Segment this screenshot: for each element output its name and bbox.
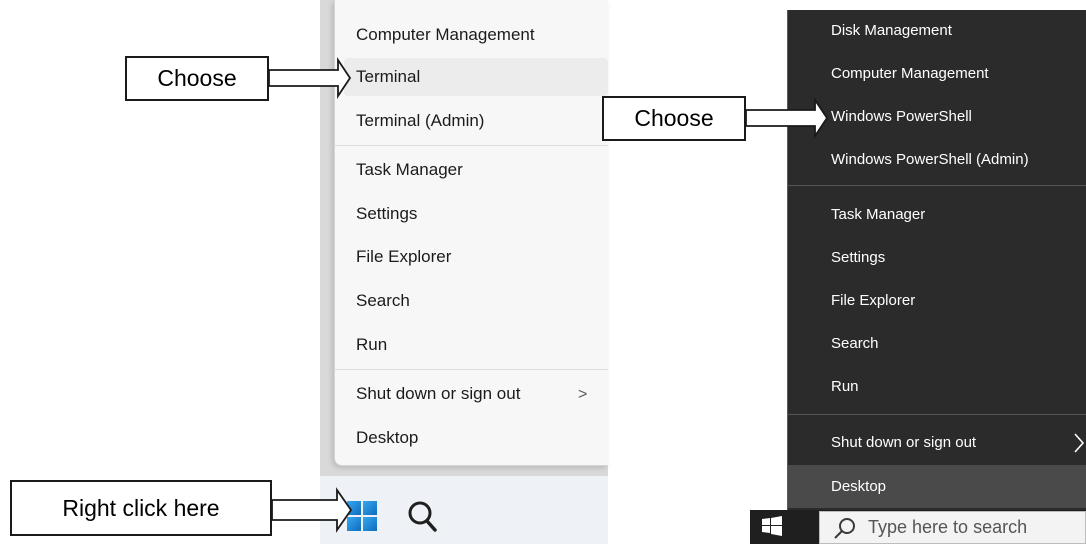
menu-item-computer-management[interactable]: Computer Management — [788, 52, 1086, 95]
menu-item-windows-powershell-admin[interactable]: Windows PowerShell (Admin) — [788, 138, 1086, 181]
menu-item-search[interactable]: Search — [788, 322, 1086, 365]
menu-item-desktop[interactable]: Desktop — [344, 419, 608, 457]
menu-item-terminal-admin[interactable]: Terminal (Admin) — [344, 102, 608, 140]
menu-separator — [788, 185, 1086, 186]
menu-item-settings[interactable]: Settings — [344, 195, 608, 233]
menu-item-search[interactable]: Search — [344, 282, 608, 320]
arrow-right-icon — [271, 487, 353, 533]
arrow-right-icon — [745, 97, 829, 139]
windows10-logo-icon[interactable] — [762, 516, 782, 536]
menu-item-computer-management[interactable]: Computer Management — [344, 16, 608, 54]
menu-item-run[interactable]: Run — [788, 365, 1086, 408]
menu-separator — [788, 414, 1086, 415]
menu-item-task-manager[interactable]: Task Manager — [344, 151, 608, 189]
menu-item-task-manager[interactable]: Task Manager — [788, 193, 1086, 236]
menu-item-file-explorer[interactable]: File Explorer — [344, 238, 608, 276]
search-icon — [834, 518, 855, 539]
menu-item-windows-powershell[interactable]: Windows PowerShell — [788, 95, 1086, 138]
menu-item-terminal[interactable]: Terminal — [344, 58, 608, 96]
menu-item-shut-down[interactable]: Shut down or sign out — [788, 421, 1086, 464]
menu-item-file-explorer[interactable]: File Explorer — [788, 279, 1086, 322]
menu-separator — [334, 145, 608, 146]
callout-choose-powershell: Choose — [602, 96, 746, 141]
search-icon[interactable] — [404, 496, 440, 536]
menu-item-desktop[interactable]: Desktop — [788, 465, 1086, 508]
menu-item-run[interactable]: Run — [344, 326, 608, 364]
callout-choose-terminal: Choose — [125, 56, 269, 101]
search-input[interactable]: Type here to search — [819, 511, 1086, 544]
menu-separator — [334, 369, 608, 370]
chevron-right-icon: > — [578, 386, 588, 403]
callout-right-click: Right click here — [10, 480, 272, 536]
chevron-right-icon — [1074, 433, 1085, 453]
menu-item-shut-down[interactable]: Shut down or sign out — [344, 375, 608, 413]
menu-item-disk-management[interactable]: Disk Management — [788, 9, 1086, 52]
arrow-right-icon — [268, 57, 352, 99]
menu-item-settings[interactable]: Settings — [788, 236, 1086, 279]
